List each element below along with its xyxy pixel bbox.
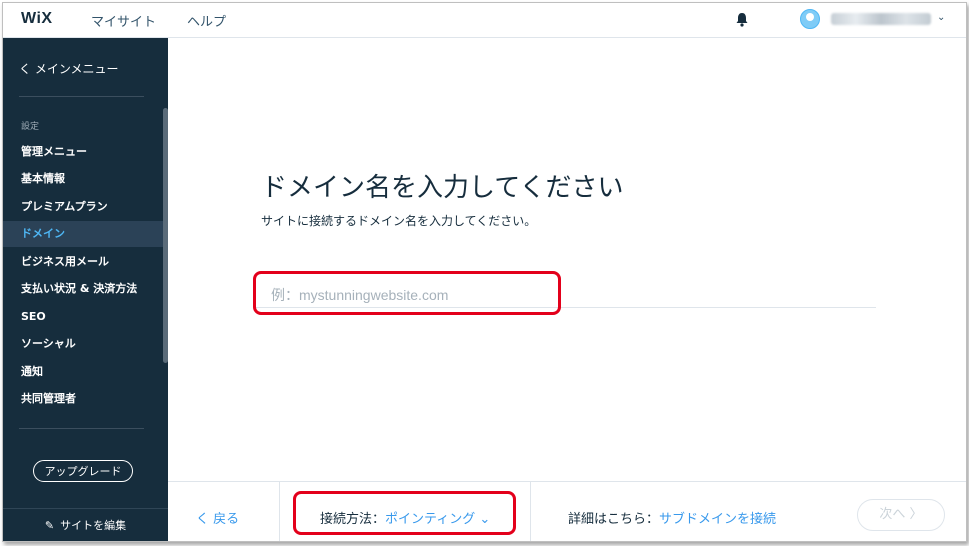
edit-site-button[interactable]: ✎ サイトを編集 (3, 508, 168, 541)
sidebar-item-social[interactable]: ソーシャル (3, 331, 163, 357)
connect-subdomain-link[interactable]: サブドメインを接続 (659, 512, 776, 527)
next-button[interactable]: 次へ 〉 (857, 499, 945, 531)
divider (279, 482, 280, 541)
sidebar: く メインメニュー 設定 管理メニュー 基本情報 プレミアムプラン ドメイン ビ… (3, 38, 168, 541)
chevron-down-icon[interactable]: ⌄ (937, 12, 945, 23)
sidebar-item-collaborators[interactable]: 共同管理者 (3, 386, 163, 412)
section-label-settings: 設定 (21, 122, 40, 132)
top-bar: WiX マイサイト ヘルプ ⌄ (3, 3, 966, 38)
highlight-box-connection (293, 491, 516, 535)
back-button[interactable]: く 戻る (196, 508, 239, 527)
edit-site-label: サイトを編集 (60, 519, 127, 532)
page-subtitle: サイトに接続するドメイン名を入力してください。 (261, 214, 537, 228)
main-menu-back-link[interactable]: く メインメニュー (19, 60, 118, 77)
page-title: ドメイン名を入力してください (261, 173, 624, 203)
sidebar-item-premium-plan[interactable]: プレミアムプラン (3, 194, 163, 220)
sidebar-item-dashboard[interactable]: 管理メニュー (3, 139, 163, 165)
bell-icon[interactable] (735, 12, 749, 27)
divider (530, 482, 531, 541)
sidebar-item-basic-info[interactable]: 基本情報 (3, 166, 163, 192)
username-blurred[interactable] (831, 13, 931, 25)
footer-bar: く 戻る 接続方法：ポインティング ⌄ 詳細はこちら：サブドメインを接続 次へ … (168, 481, 966, 541)
avatar[interactable] (800, 9, 820, 29)
nav-help[interactable]: ヘルプ (187, 11, 226, 30)
sidebar-item-seo[interactable]: SEO (3, 304, 163, 330)
wix-logo[interactable]: WiX (21, 10, 53, 28)
sidebar-item-domain[interactable]: ドメイン (3, 221, 163, 247)
divider (19, 96, 144, 97)
sidebar-item-billing[interactable]: 支払い状況 & 決済方法 (3, 276, 163, 302)
upgrade-button[interactable]: アップグレード (33, 460, 133, 482)
highlight-box-domain (253, 271, 561, 315)
details-label: 詳細はこちら： (568, 512, 660, 527)
details-row: 詳細はこちら：サブドメインを接続 (568, 508, 776, 527)
pencil-icon: ✎ (44, 519, 55, 532)
sidebar-item-notifications[interactable]: 通知 (3, 359, 163, 385)
nav-my-sites[interactable]: マイサイト (91, 11, 156, 30)
sidebar-item-business-email[interactable]: ビジネス用メール (3, 249, 163, 275)
app-window: WiX マイサイト ヘルプ ⌄ く メインメニュー 設定 管理メニュー 基本情報… (2, 2, 967, 542)
divider (19, 428, 144, 429)
sidebar-scrollbar[interactable] (163, 108, 168, 363)
